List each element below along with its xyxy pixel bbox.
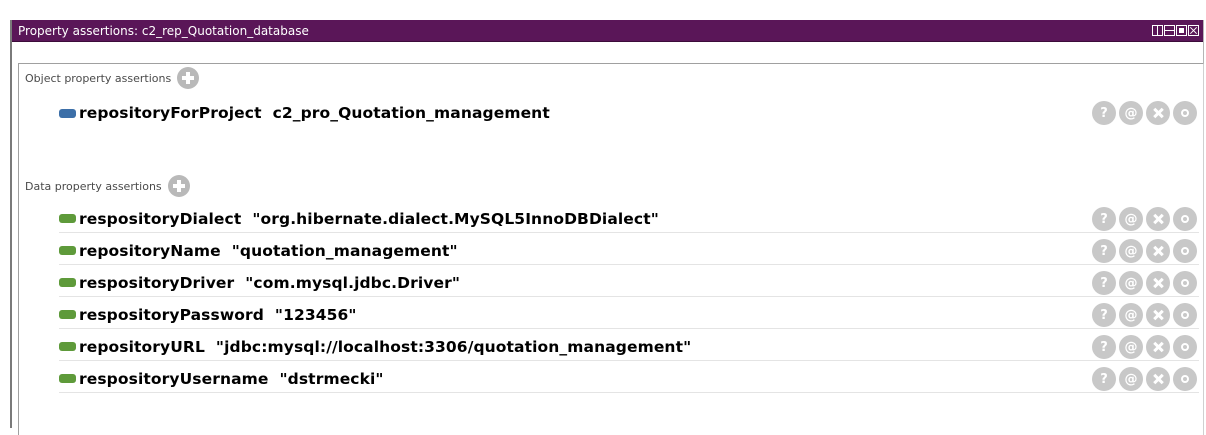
data-assertion-row[interactable]: respositoryUsername "dstrmecki" ? @ [59, 365, 1199, 393]
help-button[interactable]: ? [1092, 303, 1116, 327]
assertion-text: repositoryURL "jdbc:mysql://localhost:33… [79, 337, 692, 356]
property-assertions-window: Property assertions: c2_rep_Quotation_da… [10, 20, 1204, 435]
annotate-button[interactable]: @ [1119, 367, 1143, 391]
edit-button[interactable] [1173, 335, 1197, 359]
assertions-panel: Object property assertions repositoryFor… [18, 63, 1204, 435]
annotate-button[interactable]: @ [1119, 207, 1143, 231]
edit-button[interactable] [1173, 367, 1197, 391]
delete-button[interactable] [1146, 207, 1170, 231]
data-property-icon [59, 278, 76, 287]
help-button[interactable]: ? [1092, 335, 1116, 359]
annotate-button[interactable]: @ [1119, 335, 1143, 359]
edit-button[interactable] [1173, 239, 1197, 263]
help-button[interactable]: ? [1092, 271, 1116, 295]
object-property-header: Object property assertions [25, 67, 200, 89]
delete-button[interactable] [1146, 367, 1170, 391]
add-data-property-button[interactable] [167, 175, 190, 197]
delete-button[interactable] [1146, 239, 1170, 263]
data-assertion-row[interactable]: repositoryName "quotation_management" ? … [59, 237, 1199, 265]
assertion-text: repositoryName "quotation_management" [79, 241, 458, 260]
assertion-text: respositoryDialect "org.hibernate.dialec… [79, 209, 659, 228]
data-property-icon [59, 214, 76, 223]
window-title: Property assertions: c2_rep_Quotation_da… [18, 23, 309, 38]
assertion-text: repositoryForProject c2_pro_Quotation_ma… [79, 104, 550, 122]
help-button[interactable]: ? [1092, 367, 1116, 391]
row-actions: ? @ [1092, 303, 1197, 327]
data-property-icon [59, 374, 76, 383]
maximize-icon[interactable] [1176, 25, 1187, 36]
add-object-property-button[interactable] [177, 67, 200, 89]
row-actions: ? @ [1092, 239, 1197, 263]
delete-button[interactable] [1146, 303, 1170, 327]
split-vertical-icon[interactable] [1152, 25, 1163, 36]
assertion-text: respositoryPassword "123456" [79, 305, 357, 324]
data-assertion-row[interactable]: repositoryURL "jdbc:mysql://localhost:33… [59, 333, 1199, 361]
data-property-icon [59, 342, 76, 351]
split-horizontal-icon[interactable] [1164, 25, 1175, 36]
data-assertion-row[interactable]: respositoryPassword "123456" ? @ [59, 301, 1199, 329]
delete-button[interactable] [1146, 271, 1170, 295]
row-actions: ? @ [1092, 271, 1197, 295]
window-titlebar: Property assertions: c2_rep_Quotation_da… [12, 20, 1203, 42]
help-button[interactable]: ? [1092, 101, 1116, 125]
edit-button[interactable] [1173, 101, 1197, 125]
object-property-label: Object property assertions [25, 71, 172, 85]
data-assertion-row[interactable]: respositoryDriver "com.mysql.jdbc.Driver… [59, 269, 1199, 297]
annotate-button[interactable]: @ [1119, 239, 1143, 263]
data-property-icon [59, 310, 76, 319]
edit-button[interactable] [1173, 207, 1197, 231]
row-actions: ? @ [1092, 335, 1197, 359]
data-assertion-row[interactable]: respositoryDialect "org.hibernate.dialec… [59, 205, 1199, 233]
row-actions: ? @ [1092, 101, 1197, 125]
annotate-button[interactable]: @ [1119, 101, 1143, 125]
edit-button[interactable] [1173, 271, 1197, 295]
assertion-text: respositoryUsername "dstrmecki" [79, 369, 384, 388]
help-button[interactable]: ? [1092, 207, 1116, 231]
object-property-icon [59, 108, 76, 118]
edit-button[interactable] [1173, 303, 1197, 327]
row-actions: ? @ [1092, 367, 1197, 391]
assertion-text: respositoryDriver "com.mysql.jdbc.Driver… [79, 273, 461, 292]
close-icon[interactable] [1188, 25, 1199, 36]
row-actions: ? @ [1092, 207, 1197, 231]
data-property-header: Data property assertions [25, 175, 190, 197]
data-property-label: Data property assertions [25, 179, 162, 193]
window-controls [1152, 25, 1199, 36]
delete-button[interactable] [1146, 101, 1170, 125]
data-property-icon [59, 246, 76, 255]
help-button[interactable]: ? [1092, 239, 1116, 263]
delete-button[interactable] [1146, 335, 1170, 359]
annotate-button[interactable]: @ [1119, 303, 1143, 327]
annotate-button[interactable]: @ [1119, 271, 1143, 295]
object-assertion-row[interactable]: repositoryForProject c2_pro_Quotation_ma… [59, 99, 1199, 127]
